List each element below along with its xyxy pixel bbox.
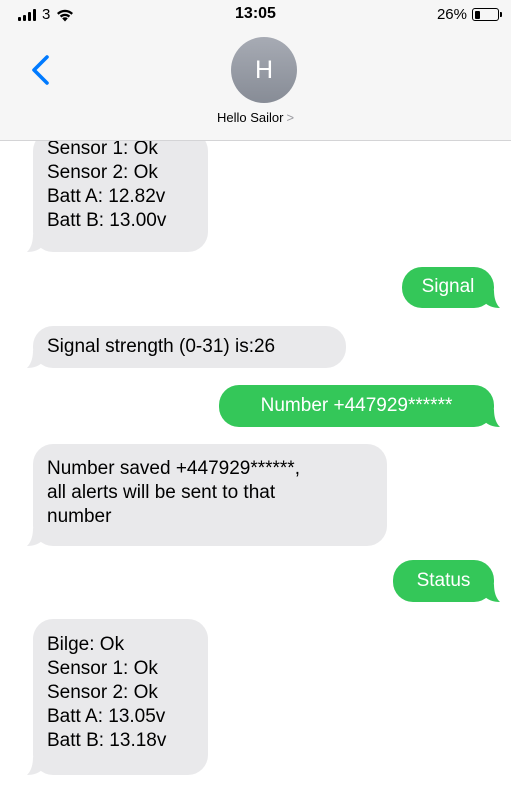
sent-message[interactable]: Signal xyxy=(402,267,500,308)
message-line: Number saved +447929******, xyxy=(47,458,300,479)
received-message[interactable]: Bilge: Ok Sensor 1: Ok Sensor 2: Ok Batt… xyxy=(27,619,208,775)
bubble-tail xyxy=(484,290,500,308)
received-message[interactable]: Signal strength (0-31) is:26 xyxy=(27,326,346,368)
avatar-initial: H xyxy=(254,55,274,84)
status-time: 13:05 xyxy=(235,5,276,22)
status-bar: 3 13:05 26% xyxy=(0,0,511,30)
message-thread[interactable]: Sensor 1: Ok Sensor 2: Ok Batt A: 12.82v… xyxy=(0,141,511,789)
message-line: Bilge: Ok xyxy=(47,634,125,655)
contact-name-button[interactable]: Hello Sailor > xyxy=(0,110,511,125)
message-line: Batt B: 13.18v xyxy=(47,730,167,751)
message-line: Batt A: 12.82v xyxy=(47,186,166,207)
conversation-header: 3 13:05 26% H Hello Sailor > xyxy=(0,0,511,141)
bubble-tail xyxy=(484,584,500,602)
sent-message[interactable]: Status xyxy=(393,560,500,602)
message-line: all alerts will be sent to that xyxy=(47,482,276,503)
message-line: Sensor 1: Ok xyxy=(47,658,158,679)
bubble-tail xyxy=(27,528,43,546)
contact-name: Hello Sailor xyxy=(216,110,284,125)
chevron-right-icon: > xyxy=(286,110,295,125)
bubble-tail xyxy=(27,757,43,775)
battery-percent: 26% xyxy=(436,6,467,23)
message-line: Sensor 2: Ok xyxy=(47,682,158,703)
message-line: Signal strength (0-31) is:26 xyxy=(47,336,276,357)
message-line: Status xyxy=(416,570,471,591)
battery-level xyxy=(474,10,481,19)
message-line: Batt B: 13.00v xyxy=(47,210,167,231)
message-line: Sensor 2: Ok xyxy=(47,162,158,183)
battery-icon xyxy=(472,8,502,21)
bubble-tail xyxy=(27,350,43,368)
received-message[interactable]: Number saved +447929******, all alerts w… xyxy=(27,444,387,546)
battery-status: 26% xyxy=(436,6,502,23)
message-line: number xyxy=(47,506,112,527)
message-line: Number +447929****** xyxy=(260,395,453,416)
message-line: Sensor 1: Ok xyxy=(47,141,158,159)
message-line: Batt A: 13.05v xyxy=(47,706,166,727)
bubble-tail xyxy=(27,234,43,252)
message-line: Signal xyxy=(421,276,475,297)
contact-avatar[interactable]: H xyxy=(231,37,297,103)
bubble-tail xyxy=(484,409,500,427)
back-chevron-icon[interactable] xyxy=(26,52,56,88)
sent-message[interactable]: Number +447929****** xyxy=(219,385,500,427)
received-message[interactable]: Sensor 1: Ok Sensor 2: Ok Batt A: 12.82v… xyxy=(27,141,208,252)
